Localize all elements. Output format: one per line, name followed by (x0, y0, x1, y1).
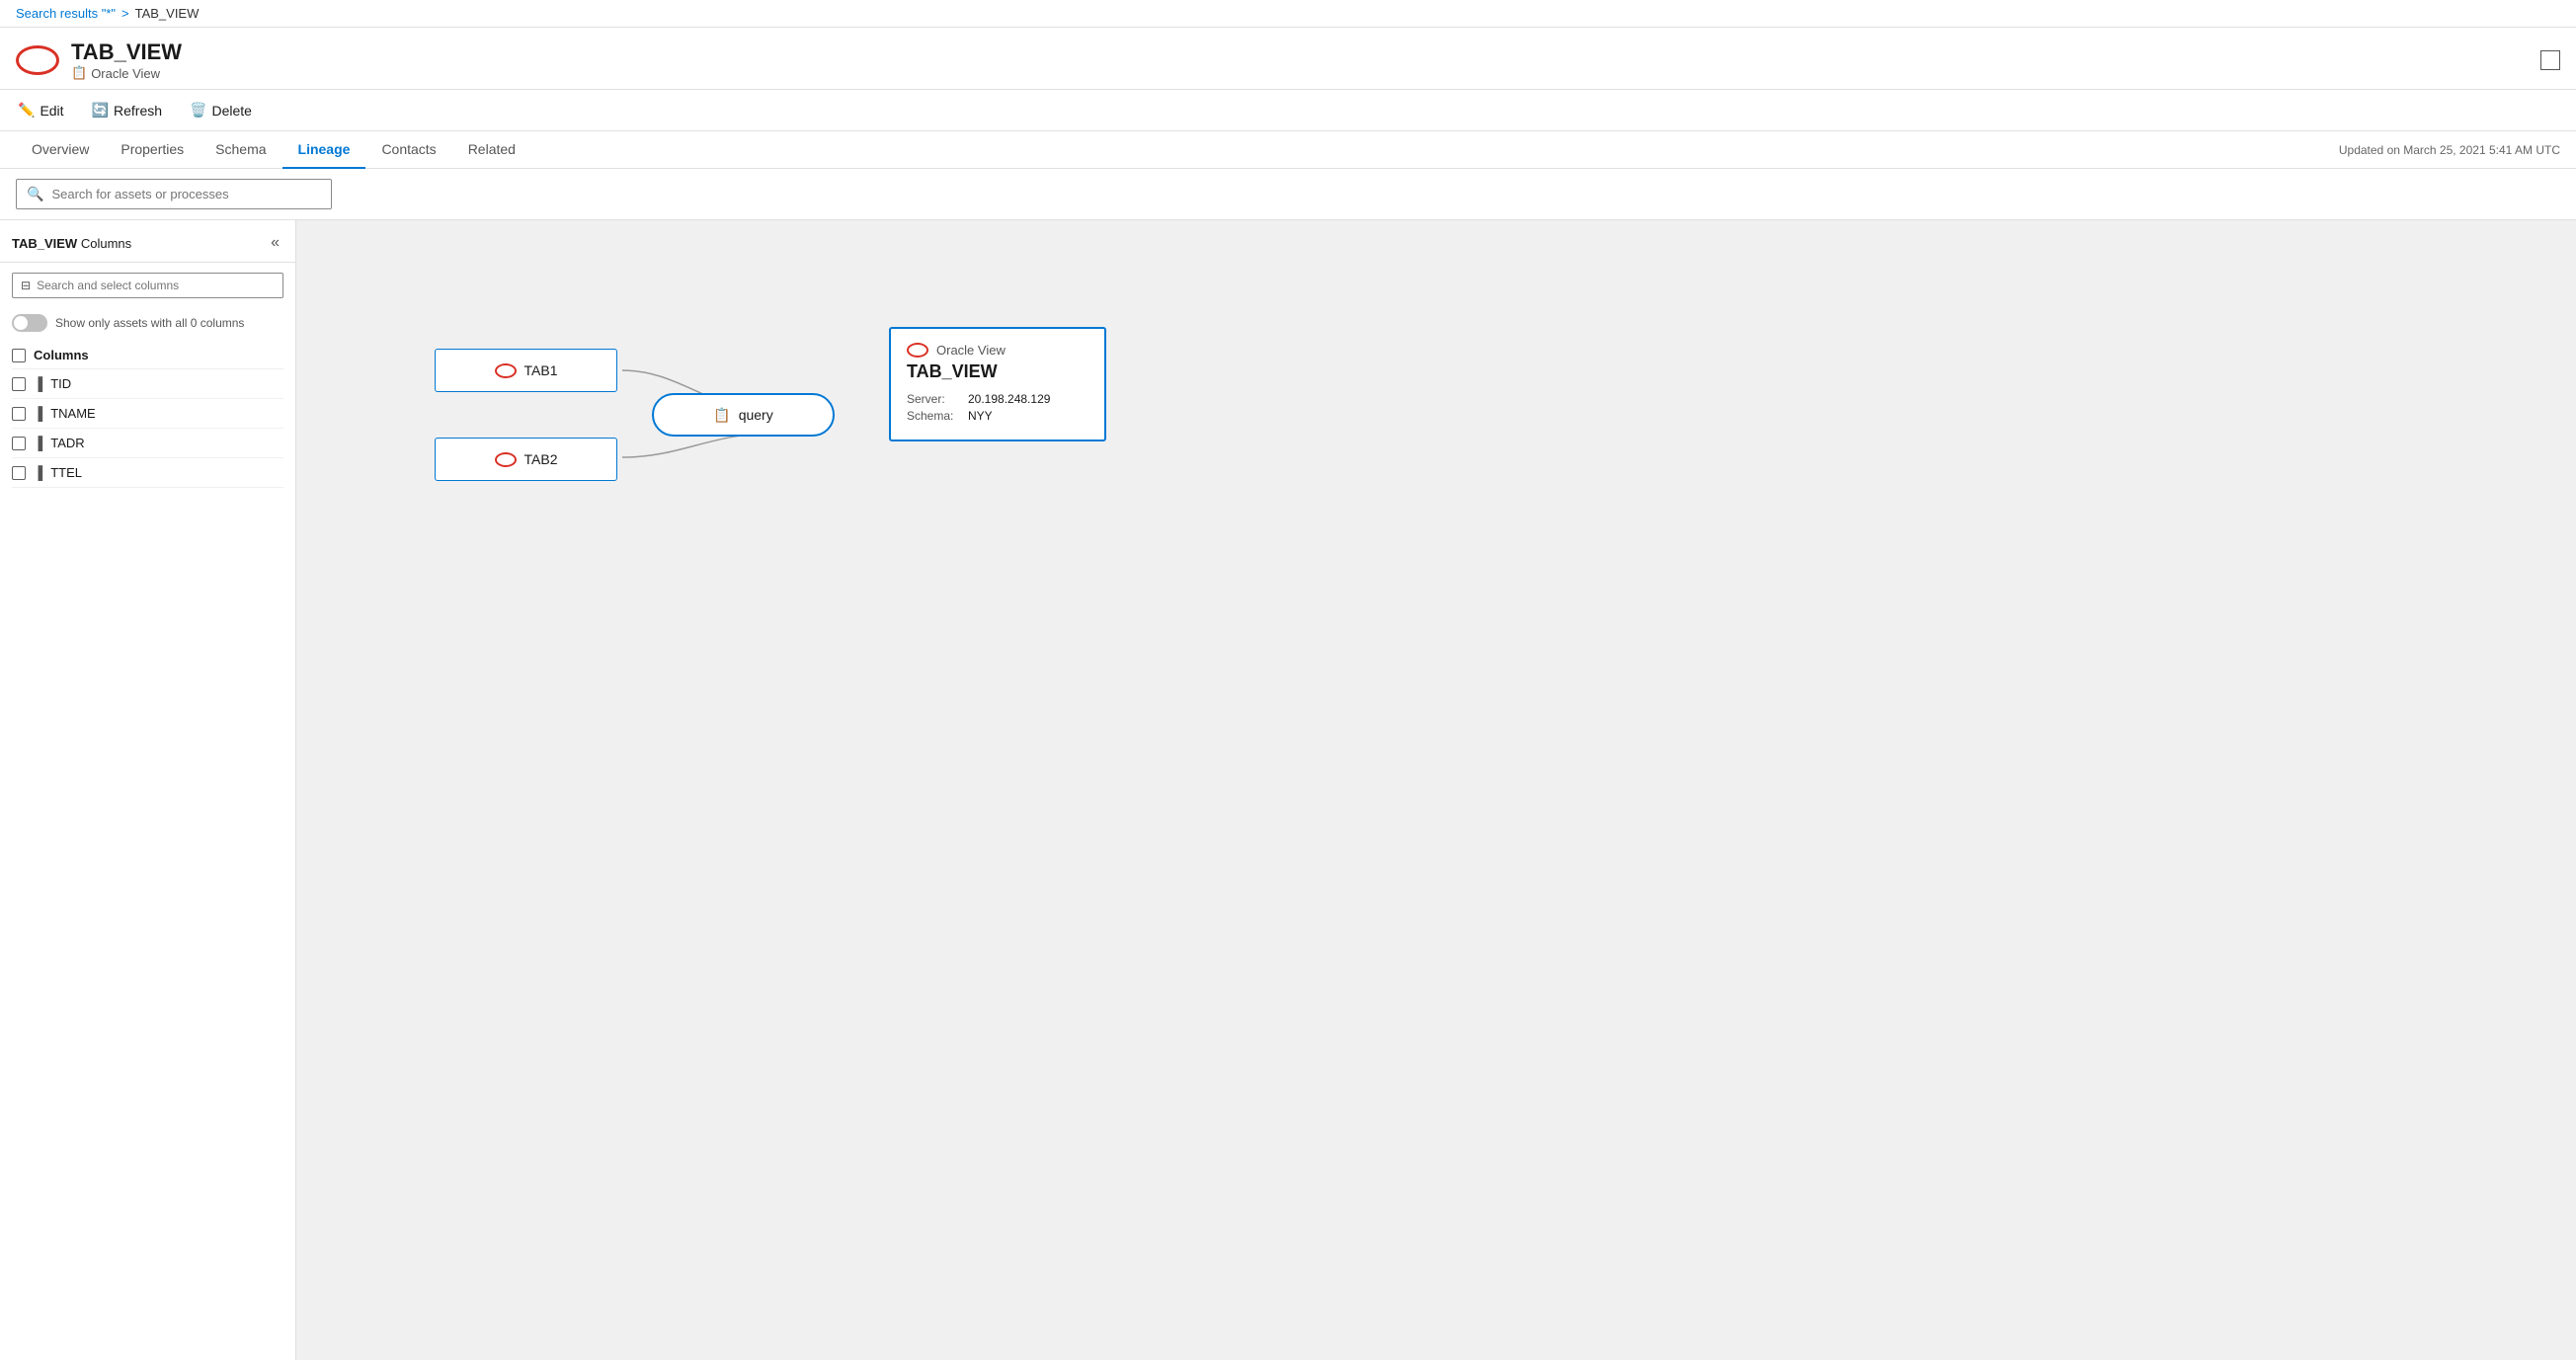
detail-type-label: Oracle View (936, 343, 1006, 358)
detail-server-row: Server: 20.198.248.129 (907, 392, 1088, 406)
tab-properties[interactable]: Properties (105, 131, 200, 169)
column-row-tname: ▐ TNAME (12, 399, 283, 429)
lineage-canvas[interactable]: TAB1 TAB2 📋 query Oracle View TAB_VIEW S… (296, 220, 2576, 1360)
sidebar-panel: TAB_VIEW Columns « ⊟ Show only assets wi… (0, 220, 296, 1360)
asset-search-input[interactable] (51, 187, 321, 201)
tadr-col-icon: ▐ (34, 436, 42, 450)
refresh-label: Refresh (114, 103, 162, 119)
toggle-label: Show only assets with all 0 columns (55, 316, 244, 330)
maximize-button[interactable] (2540, 50, 2560, 70)
columns-list: Columns ▐ TID ▐ TNAME ▐ TADR ▐ TTEL (0, 342, 295, 488)
detail-schema-value: NYY (968, 409, 993, 423)
connections-svg (296, 220, 2576, 1360)
main-content: TAB_VIEW Columns « ⊟ Show only assets wi… (0, 220, 2576, 1360)
sidebar-filter-row: ⊟ (0, 263, 295, 308)
tab-contacts[interactable]: Contacts (365, 131, 451, 169)
breadcrumb-current: TAB_VIEW (135, 6, 200, 21)
tadr-checkbox[interactable] (12, 437, 26, 450)
refresh-button[interactable]: Refresh (90, 98, 164, 122)
detail-title: TAB_VIEW (907, 361, 1088, 382)
filter-input-wrap[interactable]: ⊟ (12, 273, 283, 298)
detail-oracle-icon (907, 343, 928, 358)
tab1-label: TAB1 (524, 362, 558, 378)
sidebar-title: TAB_VIEW Columns (12, 236, 131, 251)
tab-overview[interactable]: Overview (16, 131, 105, 169)
header-left: TAB_VIEW 📋 Oracle View (16, 40, 182, 81)
edit-label: Edit (40, 103, 63, 119)
tname-col-icon: ▐ (34, 406, 42, 421)
column-filter-input[interactable] (37, 279, 275, 292)
ttel-col-icon: ▐ (34, 465, 42, 480)
tabs-left: Overview Properties Schema Lineage Conta… (16, 131, 531, 168)
detail-schema-label: Schema: (907, 409, 956, 423)
breadcrumb: Search results "*" > TAB_VIEW (0, 0, 2576, 28)
subtitle-icon: 📋 (71, 65, 87, 81)
delete-button[interactable]: Delete (188, 98, 254, 122)
toggle-knob (14, 316, 28, 330)
search-icon: 🔍 (27, 186, 43, 202)
edit-button[interactable]: Edit (16, 98, 66, 122)
filter-icon: ⊟ (21, 279, 31, 292)
page-subtitle: 📋 Oracle View (71, 65, 182, 81)
sidebar-title-bold: TAB_VIEW (12, 236, 77, 251)
tabs-bar: Overview Properties Schema Lineage Conta… (0, 131, 2576, 169)
ttel-checkbox[interactable] (12, 466, 26, 480)
search-bar-row: 🔍 (0, 169, 2576, 220)
page-title: TAB_VIEW (71, 40, 182, 65)
column-row-ttel: ▐ TTEL (12, 458, 283, 488)
tab-lineage[interactable]: Lineage (282, 131, 366, 169)
collapse-button[interactable]: « (267, 232, 283, 254)
toolbar: Edit Refresh Delete (0, 90, 2576, 131)
updated-text: Updated on March 25, 2021 5:41 AM UTC (2339, 143, 2560, 157)
detail-card-header: Oracle View (907, 343, 1088, 358)
header-info: TAB_VIEW 📋 Oracle View (71, 40, 182, 81)
column-row-tadr: ▐ TADR (12, 429, 283, 458)
toggle-row: Show only assets with all 0 columns (0, 308, 295, 342)
tab-related[interactable]: Related (452, 131, 531, 169)
ttel-label: TTEL (50, 465, 82, 480)
tadr-label: TADR (50, 436, 84, 450)
asset-search-wrap[interactable]: 🔍 (16, 179, 332, 209)
column-row-tid: ▐ TID (12, 369, 283, 399)
query-node-icon: 📋 (713, 407, 730, 424)
detail-schema-row: Schema: NYY (907, 409, 1088, 423)
page-header: TAB_VIEW 📋 Oracle View (0, 28, 2576, 90)
tab2-label: TAB2 (524, 451, 558, 467)
detail-server-label: Server: (907, 392, 956, 406)
tab1-node[interactable]: TAB1 (435, 349, 617, 392)
toggle-switch[interactable] (12, 314, 47, 332)
trash-icon (190, 102, 206, 119)
detail-server-value: 20.198.248.129 (968, 392, 1050, 406)
subtitle-text: Oracle View (91, 66, 160, 81)
tid-label: TID (50, 376, 71, 391)
tabview-detail-card[interactable]: Oracle View TAB_VIEW Server: 20.198.248.… (889, 327, 1106, 441)
sidebar-title-rest: Columns (77, 236, 131, 251)
breadcrumb-search-link[interactable]: Search results "*" (16, 6, 116, 21)
tname-label: TNAME (50, 406, 96, 421)
pencil-icon (18, 102, 35, 119)
oracle-logo-oval (16, 45, 59, 75)
tab1-oracle-icon (495, 363, 517, 378)
tab2-node[interactable]: TAB2 (435, 438, 617, 481)
breadcrumb-separator: > (121, 6, 129, 21)
columns-header-row: Columns (12, 342, 283, 369)
tname-checkbox[interactable] (12, 407, 26, 421)
tid-col-icon: ▐ (34, 376, 42, 391)
tab-schema[interactable]: Schema (200, 131, 282, 169)
refresh-icon (92, 102, 109, 119)
sidebar-header: TAB_VIEW Columns « (0, 220, 295, 263)
delete-label: Delete (211, 103, 251, 119)
query-node[interactable]: 📋 query (652, 393, 835, 437)
select-all-checkbox[interactable] (12, 349, 26, 362)
columns-header-label: Columns (34, 348, 89, 362)
tid-checkbox[interactable] (12, 377, 26, 391)
tab2-oracle-icon (495, 452, 517, 467)
query-label: query (739, 407, 773, 423)
